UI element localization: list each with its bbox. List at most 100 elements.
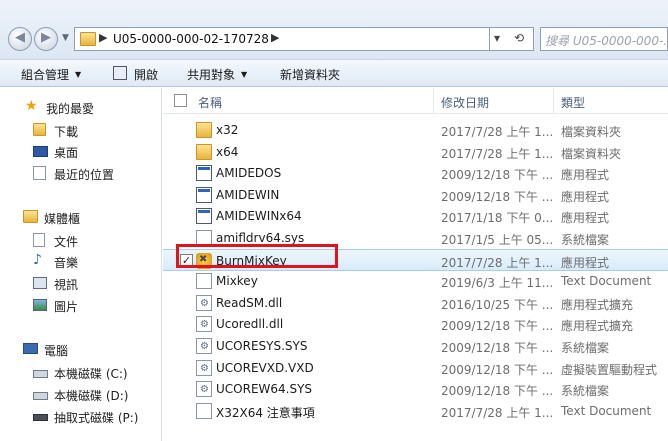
nav-label: 本機磁碟 (D:)	[54, 389, 129, 403]
file-name: X32X64 注意事項	[216, 405, 315, 420]
refresh-controls[interactable]: ▾ ⟲	[490, 27, 534, 51]
organize-label: 組合管理	[21, 68, 70, 82]
recent-pages-dropdown-icon[interactable]: ▼	[62, 33, 69, 43]
file-date: 2019/6/3 上午 11...	[441, 276, 554, 291]
file-type: 虛擬裝置驅動程式	[561, 362, 658, 377]
share-button[interactable]: 共用對象 ▼	[187, 66, 247, 83]
nav-label: 我的最愛	[46, 102, 95, 116]
application-icon	[196, 186, 212, 203]
column-divider[interactable]	[553, 88, 554, 114]
view-options-icon[interactable]	[654, 64, 668, 82]
nav-label: 文件	[54, 235, 79, 249]
file-date: 2009/12/18 下午 ...	[441, 189, 554, 204]
column-header: 名稱 修改日期 類型	[163, 88, 668, 114]
file-type: 檔案資料夾	[561, 146, 622, 161]
address-field[interactable]: ▶ U05-0000-000-02-170728 ▶	[74, 27, 490, 51]
folder-icon	[80, 32, 96, 46]
file-date: 2009/12/18 下午 ...	[441, 384, 554, 399]
settings-file-icon	[196, 294, 212, 311]
column-date[interactable]: 修改日期	[441, 94, 489, 111]
file-type: 應用程式擴充	[561, 319, 634, 334]
file-row[interactable]: x32 2017/7/28 上午 1... 檔案資料夾	[163, 119, 668, 141]
refresh-icon[interactable]: ⟲	[514, 31, 524, 45]
search-input[interactable]: 搜尋 U05-0000-000-...	[540, 27, 668, 51]
file-type: 應用程式	[561, 168, 610, 183]
forward-arrow-icon: ▶	[41, 30, 51, 45]
column-name[interactable]: 名稱	[198, 94, 222, 111]
recent-places-icon	[33, 166, 46, 180]
settings-file-icon	[196, 338, 212, 354]
folder-icon	[196, 143, 212, 160]
select-all-checkbox[interactable]	[174, 94, 187, 107]
drive-icon	[33, 370, 48, 378]
file-row[interactable]: X32X64 注意事項 2017/7/28 上午 1... Text Documen…	[163, 400, 668, 422]
star-icon: ★	[25, 98, 38, 114]
address-path[interactable]: U05-0000-000-02-170728	[113, 32, 269, 46]
back-arrow-icon: ◀	[15, 30, 25, 45]
back-button[interactable]: ◀	[8, 27, 32, 51]
open-button[interactable]: 開啟	[134, 66, 158, 83]
nav-label: 抽取式磁碟 (P:)	[54, 411, 139, 425]
chevron-right-icon[interactable]: ▶	[99, 31, 107, 44]
file-row[interactable]: Mixkey 2019/6/3 上午 11... Text Document	[163, 270, 668, 292]
file-type: 系統檔案	[561, 384, 610, 399]
file-row[interactable]: x64 2017/7/28 上午 1... 檔案資料夾	[163, 141, 668, 163]
file-name: AMIDEWINx64	[216, 209, 302, 224]
removable-drive-icon	[33, 414, 48, 421]
settings-file-icon	[196, 359, 212, 376]
file-row[interactable]: ReadSM.dll 2016/10/25 下午 ... 應用程式擴充	[163, 292, 668, 314]
file-type: 應用程式	[561, 255, 610, 270]
file-date: 2009/12/18 下午 ...	[441, 362, 554, 377]
file-row[interactable]: UCOREW64.SYS 2009/12/18 下午 ... 系統檔案	[163, 378, 668, 400]
new-folder-button[interactable]: 新增資料夾	[280, 66, 340, 83]
file-type: 應用程式	[561, 189, 610, 204]
video-icon	[33, 277, 47, 289]
nav-label: 本機磁碟 (C:)	[54, 367, 128, 381]
file-name: AMIDEDOS	[216, 166, 282, 181]
column-divider[interactable]	[433, 88, 434, 114]
file-row[interactable]: AMIDEDOS 2009/12/18 下午 ... 應用程式	[163, 162, 668, 184]
file-type: Text Document	[561, 403, 652, 418]
file-name: UCORESYS.SYS	[216, 339, 308, 353]
file-name: UCOREVXD.VXD	[216, 360, 314, 375]
nav-label: 媒體櫃	[44, 212, 81, 226]
file-type: 系統檔案	[561, 341, 610, 355]
address-bar-region: ◀ ▶ ▼ ▶ U05-0000-000-02-170728 ▶ ▾ ⟲ 搜尋 …	[0, 0, 668, 60]
file-row[interactable]: UCOREVXD.VXD 2009/12/18 下午 ... 虛擬裝置驅動程式	[163, 357, 668, 379]
file-name: x64	[216, 144, 239, 159]
nav-label: 桌面	[54, 146, 79, 160]
file-date: 2009/12/18 下午 ...	[441, 168, 554, 183]
file-name: Mixkey	[216, 274, 258, 289]
music-note-icon: ♪	[33, 252, 42, 268]
column-type[interactable]: 類型	[561, 94, 585, 111]
open-icon	[113, 66, 127, 80]
nav-label: 最近的位置	[54, 168, 115, 182]
chevron-down-icon: ▼	[75, 70, 82, 79]
file-row[interactable]: AMIDEWINx64 2017/1/18 下午 0... 應用程式	[163, 205, 668, 227]
settings-file-icon	[196, 381, 212, 398]
nav-label: 視訊	[54, 278, 79, 292]
chevron-right-icon[interactable]: ▶	[271, 31, 279, 44]
file-type: 檔案資料夾	[561, 125, 622, 139]
organize-button[interactable]: 組合管理 ▼	[21, 66, 81, 83]
file-date: 2017/7/28 上午 1...	[441, 146, 554, 161]
folder-icon	[196, 122, 212, 138]
file-row[interactable]: UCORESYS.SYS 2009/12/18 下午 ... 系統檔案	[163, 335, 668, 357]
file-row[interactable]: Ucoredll.dll 2009/12/18 下午 ... 應用程式擴充	[163, 313, 668, 335]
drive-icon	[33, 392, 48, 400]
file-type: 應用程式擴充	[561, 297, 634, 312]
nav-label: 音樂	[54, 256, 79, 270]
file-name: AMIDEWIN	[216, 187, 280, 202]
file-date: 2017/1/5 上午 05...	[441, 233, 554, 247]
document-icon	[196, 402, 212, 419]
nav-label: 下載	[54, 125, 79, 139]
chevron-down-icon[interactable]: ▾	[494, 31, 500, 45]
nav-label: 圖片	[54, 300, 79, 314]
settings-file-icon	[196, 316, 212, 333]
file-name: ReadSM.dll	[216, 295, 283, 310]
file-name: Ucoredll.dll	[216, 317, 284, 332]
forward-button[interactable]: ▶	[34, 27, 58, 51]
file-date: 2009/12/18 下午 ...	[441, 319, 554, 334]
file-row[interactable]: AMIDEWIN 2009/12/18 下午 ... 應用程式	[163, 184, 668, 206]
file-name: x32	[216, 123, 239, 137]
